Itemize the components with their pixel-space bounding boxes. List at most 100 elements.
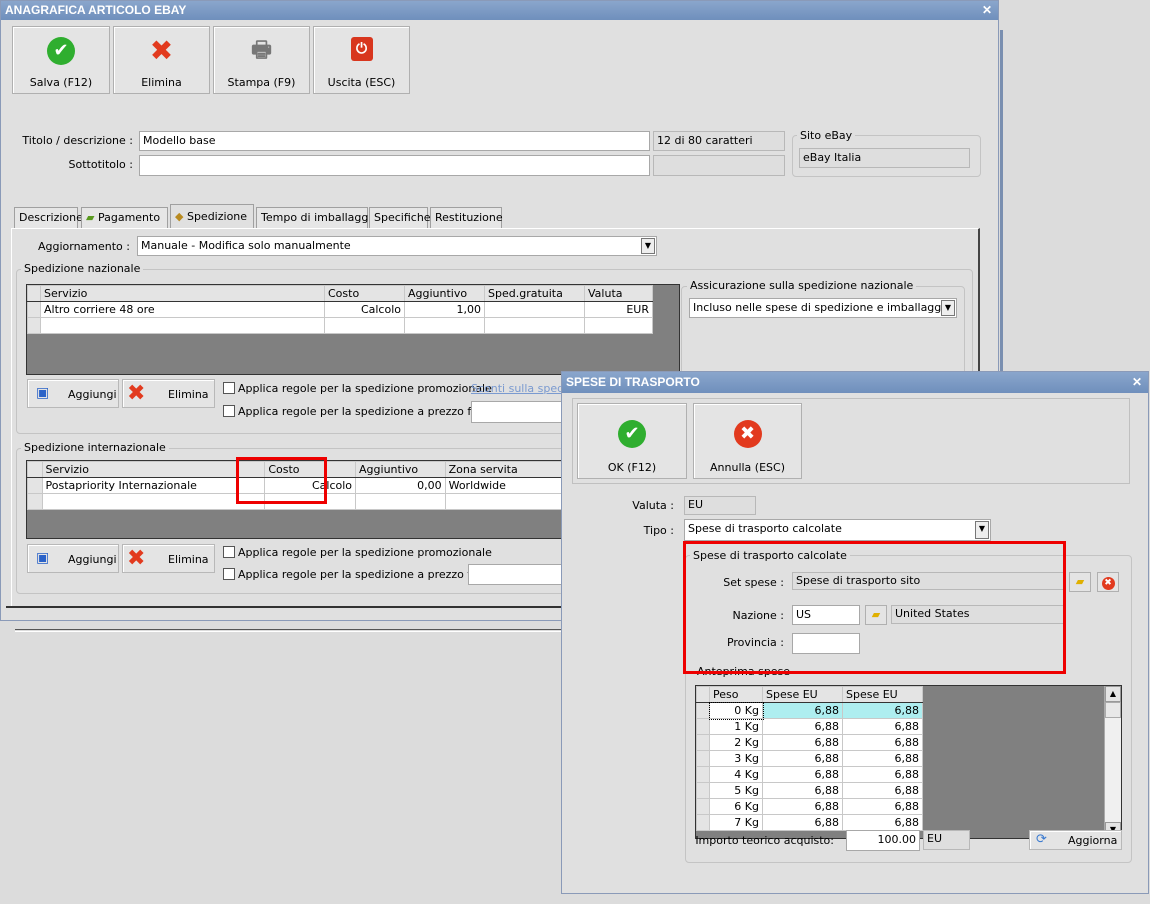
table-cell[interactable]: 6,88 [842,766,923,783]
preview-scrollbar[interactable]: ▲ ▼ [1104,686,1121,838]
table-cell[interactable] [264,493,357,510]
scroll-thumb[interactable] [1105,702,1121,718]
table-cell[interactable] [324,317,405,334]
table-row[interactable]: 4 Kg 6,88 6,88 [696,766,923,783]
chevron-down-icon[interactable]: ▼ [975,521,989,539]
set-browse-button[interactable]: ▰ [1069,572,1091,592]
international-shipping-grid[interactable]: Servizio Costo Aggiuntivo Zona servita Posta… [26,460,586,539]
delete-button[interactable]: ✖ Elimina [113,26,210,94]
row-header[interactable] [27,317,41,334]
amount-input[interactable]: 100.00 [846,830,920,851]
table-cell[interactable]: Calcolo [264,477,357,494]
national-fixed-checkbox[interactable]: Applica regole per la spedizione a prezz… [223,405,493,418]
row-header[interactable] [696,798,710,815]
set-clear-button[interactable]: ✖ [1097,572,1119,592]
row-header[interactable] [696,702,710,719]
chevron-down-icon[interactable]: ▼ [941,300,955,316]
table-cell[interactable] [41,493,266,510]
table-cell[interactable]: 6,88 [842,750,923,767]
row-header[interactable] [696,814,710,831]
table-cell[interactable] [584,317,653,334]
table-cell[interactable]: 6,88 [762,718,843,735]
table-cell[interactable] [40,317,325,334]
table-cell[interactable]: 6,88 [762,702,843,719]
tab-specifiche[interactable]: Specifiche [369,207,431,229]
tab-pagamento[interactable]: ▰ Pagamento [81,207,168,229]
table-row[interactable]: 6 Kg 6,88 6,88 [696,798,923,815]
table-cell[interactable]: 6,88 [842,814,923,831]
row-header[interactable] [696,750,710,767]
table-cell[interactable] [484,317,585,334]
table-cell[interactable]: Postapriority Internazionale [41,477,266,494]
table-row-empty[interactable] [27,317,653,334]
national-shipping-grid[interactable]: Servizio Costo Aggiuntivo Sped.gratuita Valu… [26,284,680,375]
table-cell[interactable]: 0,00 [355,477,446,494]
print-button[interactable]: 🖶 Stampa (F9) [213,26,310,94]
chevron-down-icon[interactable]: ▼ [641,238,655,254]
national-delete-button[interactable]: ✖ Elimina [122,379,215,408]
table-cell[interactable]: 6,88 [842,734,923,751]
ok-button[interactable]: ✔ OK (F12) [577,403,687,479]
save-button[interactable]: ✔ Salva (F12) [12,26,110,94]
row-header[interactable] [27,493,43,510]
table-cell[interactable]: Altro corriere 48 ore [40,301,325,318]
table-row[interactable]: Altro corriere 48 ore Calcolo 1,00 EUR [27,301,653,318]
row-header[interactable] [696,782,710,799]
update-select[interactable]: Manuale - Modifica solo manualmente ▼ [137,236,657,256]
table-cell[interactable]: 6 Kg [709,798,763,815]
table-row-empty[interactable] [27,493,585,510]
preview-grid[interactable]: Peso Spese EU Spese EU 0 Kg 6,88 6,88 1 Kg 6,88… [695,685,1122,839]
table-row[interactable]: 5 Kg 6,88 6,88 [696,782,923,799]
cancel-button[interactable]: ✖ Annulla (ESC) [693,403,802,479]
table-cell[interactable] [355,493,446,510]
table-cell[interactable]: 6,88 [762,798,843,815]
national-discount-input[interactable] [471,401,563,423]
table-row[interactable]: 1 Kg 6,88 6,88 [696,718,923,735]
tab-spedizione[interactable]: ◆ Spedizione [170,204,254,229]
table-row[interactable]: 0 Kg 6,88 6,88 [696,701,923,720]
table-cell[interactable]: 4 Kg [709,766,763,783]
country-code-input[interactable]: US [792,605,860,625]
international-fixed-checkbox[interactable]: Applica regole per la spedizione a prezz… [223,568,493,581]
row-header[interactable] [27,477,43,494]
subtitle-input[interactable] [139,155,650,176]
national-promo-checkbox[interactable]: Applica regole per la spedizione promozi… [223,382,492,395]
table-cell[interactable]: 6,88 [842,702,923,719]
row-header[interactable] [696,734,710,751]
type-select[interactable]: Spese di trasporto calcolate ▼ [684,519,991,541]
table-cell[interactable]: 1,00 [404,301,485,318]
table-row[interactable]: 3 Kg 6,88 6,88 [696,750,923,767]
table-cell[interactable]: 6,88 [842,718,923,735]
refresh-button[interactable]: ⟳ Aggiorna [1029,830,1122,850]
table-row[interactable]: 7 Kg 6,88 6,88 [696,814,923,831]
insurance-select[interactable]: Incluso nelle spese di spedizione e imba… [689,298,957,318]
table-cell[interactable]: 6,88 [762,814,843,831]
table-cell[interactable]: Calcolo [324,301,405,318]
table-cell[interactable]: 6,88 [842,798,923,815]
international-discount-input[interactable] [468,564,563,585]
table-cell[interactable]: 6,88 [762,734,843,751]
table-cell[interactable]: 7 Kg [709,814,763,831]
table-cell[interactable]: 6,88 [762,766,843,783]
table-row[interactable]: Postapriority Internazionale Calcolo 0,00 W… [27,477,585,494]
table-cell[interactable]: 5 Kg [709,782,763,799]
row-header[interactable] [696,718,710,735]
table-cell[interactable]: 3 Kg [709,750,763,767]
table-cell[interactable] [404,317,485,334]
table-cell[interactable]: 0 Kg [708,701,764,720]
tab-tempo-imballaggio[interactable]: Tempo di imballaggio [256,207,378,229]
tab-restituzione[interactable]: Restituzione [430,207,503,229]
table-cell[interactable]: 6,88 [842,782,923,799]
table-cell[interactable]: 6,88 [762,782,843,799]
close-icon[interactable]: ✕ [1132,372,1142,393]
title-input[interactable]: Modello base [139,131,650,151]
international-promo-checkbox[interactable]: Applica regole per la spedizione promozi… [223,546,492,559]
row-header[interactable] [696,766,710,783]
close-icon[interactable]: ✕ [982,1,992,20]
national-add-button[interactable]: ▣ Aggiungi [27,379,119,408]
table-cell[interactable]: 2 Kg [709,734,763,751]
exit-button[interactable]: ⏻ Uscita (ESC) [313,26,410,94]
table-cell[interactable]: 1 Kg [709,718,763,735]
country-browse-button[interactable]: ▰ [865,605,887,625]
table-cell[interactable] [484,301,585,318]
